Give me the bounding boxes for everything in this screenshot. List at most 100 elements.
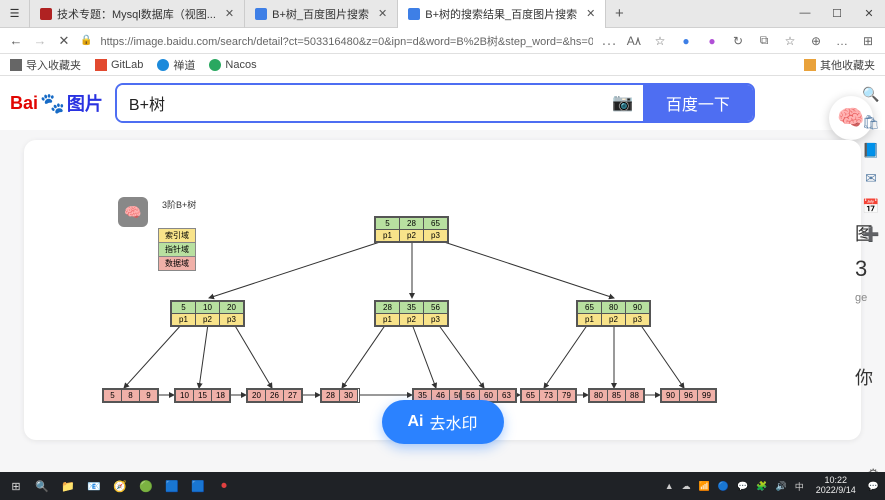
- url-more: …: [601, 32, 617, 50]
- folder-icon: [804, 59, 816, 71]
- tab-label: 技术专题：Mysql数据库（视图...: [57, 6, 216, 22]
- stop-button[interactable]: ✕: [56, 33, 72, 49]
- leaf-1: 589: [102, 388, 159, 403]
- favicon-baidu: [408, 8, 420, 20]
- ai-watermark-button[interactable]: Ai 去水印: [381, 400, 503, 444]
- baidu-logo[interactable]: Bai 🐾 图片: [10, 90, 103, 116]
- tray-net-icon[interactable]: 📶: [697, 481, 712, 492]
- tray-bt-icon[interactable]: 🔵: [716, 481, 731, 492]
- start-button[interactable]: ⊞: [4, 475, 28, 497]
- image-card: 🧠 3阶B+树 索引域 指针域 数据域 52865p1p2p3 51020p1p…: [24, 140, 861, 440]
- main-area: 🧠 3阶B+树 索引域 指针域 数据域 52865p1p2p3 51020p1p…: [0, 130, 885, 498]
- notifications-icon[interactable]: 💬: [866, 481, 881, 492]
- window-controls: — ☐ ✕: [789, 7, 885, 20]
- bookmark-import[interactable]: 导入收藏夹: [10, 57, 81, 73]
- app-icon[interactable]: 🟢: [134, 475, 158, 497]
- tray-chat-icon[interactable]: 💬: [735, 481, 750, 492]
- close-icon[interactable]: ✕: [225, 7, 234, 20]
- leaf-2: 101518: [174, 388, 231, 403]
- zentao-icon: [157, 59, 169, 71]
- windows-taskbar: ⊞ 🔍 📁 📧 🧭 🟢 🟦 🟦 ⏺ ▲ ☁ 📶 🔵 💬 🧩 🔊 中 10:22 …: [0, 472, 885, 500]
- favicon-pdf: [40, 8, 52, 20]
- new-tab-button[interactable]: +: [606, 5, 632, 22]
- favicon-baidu: [255, 8, 267, 20]
- leaf-8: 808588: [588, 388, 645, 403]
- tray-up-icon[interactable]: ▲: [663, 481, 676, 491]
- side-icon[interactable]: 🛍: [857, 108, 885, 136]
- baidu-header: Bai 🐾 图片 B+树 📷 百度一下 🧠: [0, 76, 885, 130]
- close-icon[interactable]: ✕: [586, 7, 595, 20]
- search-input[interactable]: B+树: [117, 85, 603, 121]
- tab-label: B+树的搜索结果_百度图片搜索: [425, 6, 577, 22]
- browser-tab-2[interactable]: B+树_百度图片搜索 ✕: [245, 0, 398, 28]
- record-icon[interactable]: ⏺: [212, 475, 236, 497]
- refresh-icon[interactable]: ↻: [729, 34, 747, 48]
- mid-node-1: 51020p1p2p3: [170, 300, 245, 327]
- legend: 索引域 指针域 数据域: [158, 228, 196, 271]
- browser-icon[interactable]: 🧭: [108, 475, 132, 497]
- sidebar-icon[interactable]: ⊞: [859, 34, 877, 48]
- side-icon[interactable]: 📅: [857, 192, 885, 220]
- tray-ime-icon[interactable]: 中: [793, 480, 806, 493]
- ai-icon: Ai: [407, 413, 423, 431]
- side-icon-strip: 🔍 🛍 📘 ✉ 📅 ➕: [857, 80, 885, 248]
- side-icon[interactable]: 🔍: [857, 80, 885, 108]
- diagram-title: 3阶B+树: [162, 198, 196, 211]
- camera-icon[interactable]: 📷: [603, 85, 643, 121]
- forward-button[interactable]: →: [32, 33, 48, 48]
- paw-icon: 🐾: [40, 91, 65, 116]
- bookmark-nacos[interactable]: Nacos: [209, 59, 256, 71]
- bookmark-other[interactable]: 其他收藏夹: [804, 57, 875, 73]
- minimize-button[interactable]: —: [789, 7, 821, 20]
- search-taskbar[interactable]: 🔍: [30, 475, 54, 497]
- menu-icon[interactable]: …: [833, 34, 851, 48]
- maximize-button[interactable]: ☐: [821, 7, 853, 20]
- legend-index: 索引域: [159, 229, 195, 243]
- bookmark-gitlab[interactable]: GitLab: [95, 59, 143, 71]
- tray-vol-icon[interactable]: 🔊: [774, 481, 789, 492]
- clock[interactable]: 10:22 2022/9/14: [810, 476, 862, 496]
- side-icon[interactable]: ✉: [857, 164, 885, 192]
- edge-icon[interactable]: 🟦: [186, 475, 210, 497]
- tree-diagram: 🧠 3阶B+树 索引域 指针域 数据域 52865p1p2p3 51020p1p…: [24, 140, 861, 440]
- tab-edge-menu[interactable]: ☰: [0, 0, 30, 28]
- tray-app-icon[interactable]: 🧩: [754, 481, 769, 492]
- browser-tab-3[interactable]: B+树的搜索结果_百度图片搜索 ✕: [398, 0, 606, 28]
- import-icon: [10, 59, 22, 71]
- extensions-icon[interactable]: ⊕: [807, 34, 825, 48]
- system-tray: ▲ ☁ 📶 🔵 💬 🧩 🔊 中 10:22 2022/9/14 💬: [663, 476, 881, 496]
- mid-node-3: 658090p1p2p3: [576, 300, 651, 327]
- side-icon[interactable]: ➕: [857, 220, 885, 248]
- ext1-icon[interactable]: ●: [677, 34, 695, 48]
- close-window-button[interactable]: ✕: [853, 7, 885, 20]
- tray-weather-icon[interactable]: ☁: [680, 481, 693, 492]
- text-size-icon[interactable]: A٨: [625, 34, 643, 48]
- root-node: 52865p1p2p3: [374, 216, 449, 243]
- explorer-icon[interactable]: 📁: [56, 475, 80, 497]
- leaf-7: 657379: [520, 388, 577, 403]
- browser-tab-1[interactable]: 技术专题：Mysql数据库（视图... ✕: [30, 0, 245, 28]
- close-icon[interactable]: ✕: [378, 7, 387, 20]
- tab-label: B+树_百度图片搜索: [272, 6, 369, 22]
- leaf-4: 2830: [320, 388, 360, 403]
- window-titlebar: ☰ 技术专题：Mysql数据库（视图... ✕ B+树_百度图片搜索 ✕ B+树…: [0, 0, 885, 28]
- back-button[interactable]: ←: [8, 33, 24, 48]
- mid-node-2: 283556p1p2p3: [374, 300, 449, 327]
- gitlab-icon: [95, 59, 107, 71]
- nacos-icon: [209, 59, 221, 71]
- favorites-icon[interactable]: ☆: [781, 34, 799, 48]
- lock-icon: 🔒: [80, 35, 92, 46]
- collections-icon[interactable]: ⧉: [755, 33, 773, 48]
- search-button[interactable]: 百度一下: [643, 85, 753, 121]
- ext2-icon[interactable]: ●: [703, 34, 721, 48]
- app-icon[interactable]: 🟦: [160, 475, 184, 497]
- leaf-3: 202627: [246, 388, 303, 403]
- favorite-icon[interactable]: ☆: [651, 34, 669, 48]
- url-bar: ← → ✕ 🔒 https://image.baidu.com/search/d…: [0, 28, 885, 54]
- bookmark-zentao[interactable]: 禅道: [157, 57, 195, 73]
- leaf-9: 909699: [660, 388, 717, 403]
- legend-pointer: 指针域: [159, 243, 195, 257]
- mail-icon[interactable]: 📧: [82, 475, 106, 497]
- side-icon[interactable]: 📘: [857, 136, 885, 164]
- url-text[interactable]: https://image.baidu.com/search/detail?ct…: [100, 33, 593, 49]
